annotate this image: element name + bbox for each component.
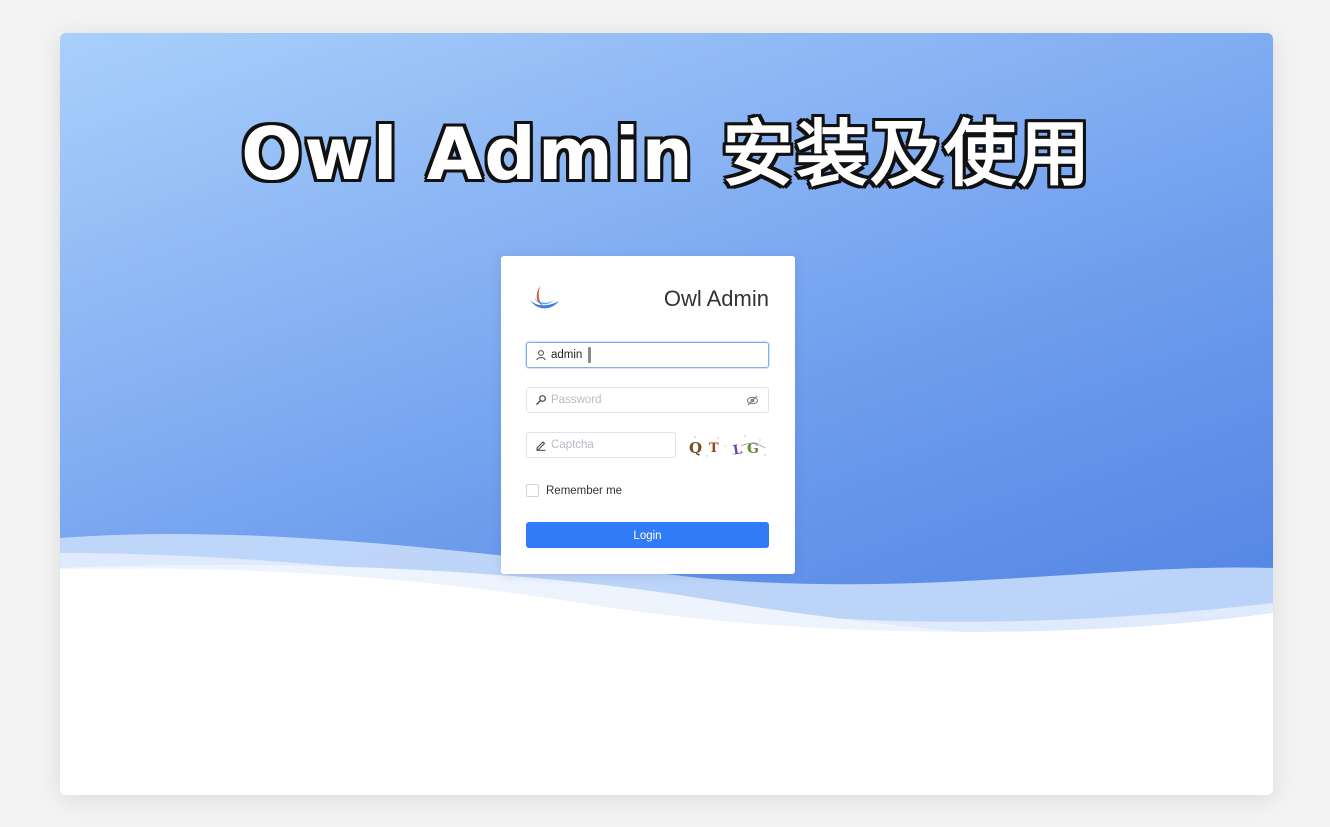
login-button[interactable]: Login <box>526 522 769 548</box>
svg-text:T: T <box>709 441 719 456</box>
username-input[interactable]: admin <box>526 342 769 368</box>
browser-viewport: Owl Admin 安装及使用 Owl Admin admin Password <box>60 33 1273 795</box>
brand-title: Owl Admin <box>663 286 769 311</box>
remember-me[interactable]: Remember me <box>526 484 622 497</box>
pencil-icon <box>535 439 547 451</box>
login-card: Owl Admin admin Password Captcha Q T L G… <box>501 256 795 574</box>
key-icon <box>535 394 547 406</box>
captcha-input[interactable]: Captcha <box>526 432 676 458</box>
text-cursor <box>588 347 592 363</box>
eye-off-icon[interactable] <box>746 394 759 407</box>
captcha-placeholder: Captcha <box>551 439 594 451</box>
owl-logo-icon <box>530 286 559 309</box>
page-headline: Owl Admin 安装及使用 <box>241 112 1092 196</box>
password-input[interactable]: Password <box>526 387 769 413</box>
captcha-image[interactable]: Q T L G <box>685 432 771 460</box>
remember-checkbox[interactable] <box>526 484 539 497</box>
password-placeholder: Password <box>551 394 602 406</box>
remember-label: Remember me <box>546 484 623 497</box>
username-value: admin <box>551 349 583 361</box>
svg-text:Q: Q <box>689 439 702 457</box>
user-icon <box>535 349 547 361</box>
